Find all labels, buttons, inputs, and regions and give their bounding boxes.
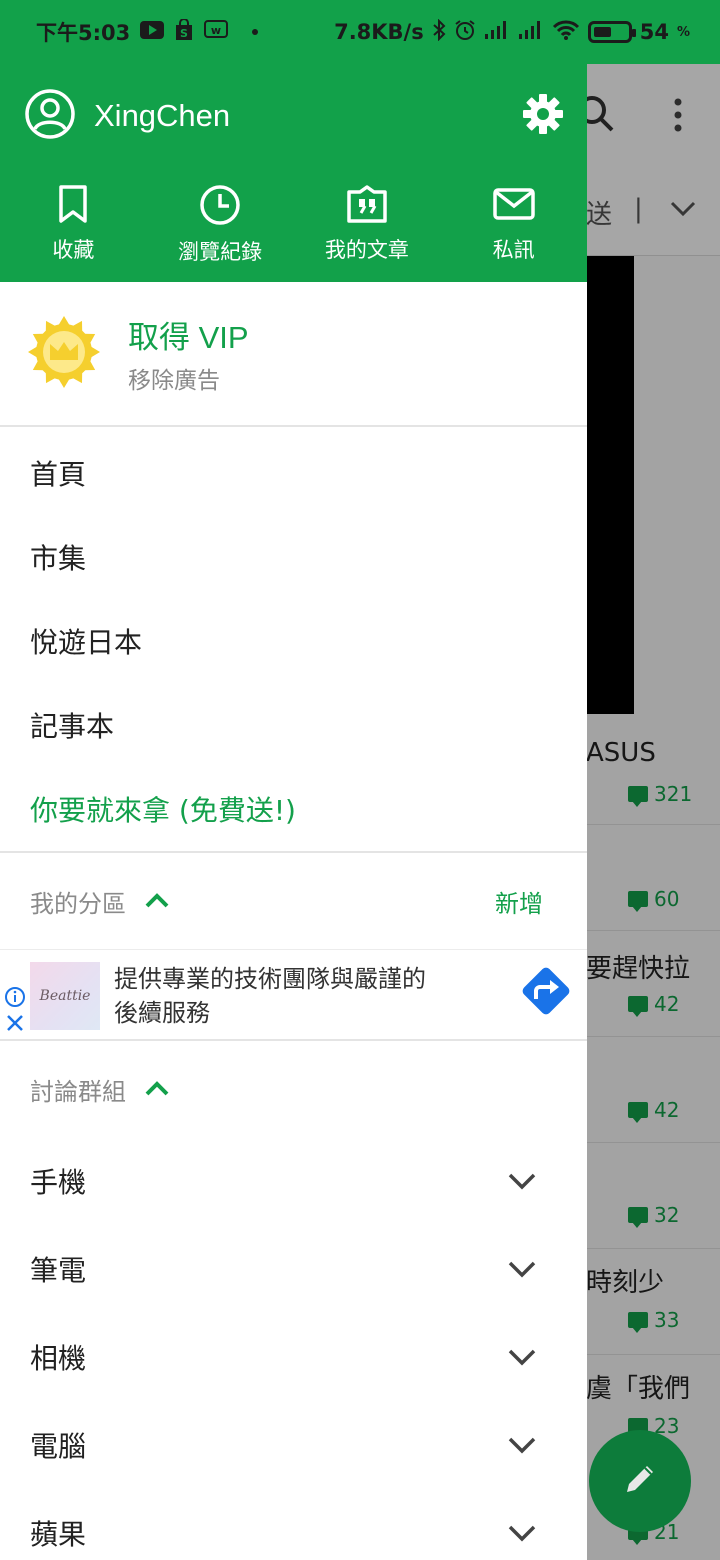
- ad-close-icon[interactable]: [6, 1014, 24, 1036]
- drawer-header: XingChen 收藏 瀏覽紀錄 我的文章 私訊: [0, 64, 587, 282]
- vip-subtitle: 移除廣告: [128, 368, 220, 394]
- menu-item-notebook[interactable]: 記事本: [0, 683, 587, 767]
- group-item-label: 電腦: [30, 1430, 87, 1463]
- app-notification-icon: w: [204, 19, 229, 45]
- alarm-icon: [454, 19, 476, 46]
- shopping-bag-icon: S: [174, 17, 194, 46]
- groups-section-header[interactable]: 討論群組: [0, 1041, 587, 1137]
- group-item-label: 相機: [30, 1342, 87, 1375]
- quick-action-label: 收藏: [52, 238, 95, 262]
- chevron-down-icon[interactable]: [507, 1165, 537, 1198]
- ad-logo: Beattie: [30, 962, 100, 1030]
- quick-action-label: 私訊: [492, 238, 535, 262]
- group-item-laptop[interactable]: 筆電: [0, 1225, 587, 1313]
- history-icon: [199, 184, 241, 230]
- groups-section-title: 討論群組: [30, 1077, 126, 1106]
- vip-promo[interactable]: 取得 VIP 移除廣告: [0, 282, 587, 427]
- youtube-icon: [140, 20, 165, 44]
- quick-actions: 收藏 瀏覽紀錄 我的文章 私訊: [0, 184, 587, 266]
- chevron-up-icon[interactable]: [144, 1075, 170, 1103]
- quick-action-favorites[interactable]: 收藏: [0, 184, 147, 266]
- add-section-button[interactable]: 新增: [495, 884, 543, 919]
- settings-button[interactable]: [521, 92, 565, 140]
- my-section-title: 我的分區: [30, 889, 126, 918]
- chevron-down-icon[interactable]: [507, 1429, 537, 1462]
- group-item-phone[interactable]: 手機: [0, 1137, 587, 1225]
- ad-banner[interactable]: Beattie 提供專業的技術團隊與嚴謹的 後續服務: [0, 949, 587, 1041]
- signal-2-icon: [518, 20, 544, 45]
- menu-item-market[interactable]: 市集: [0, 515, 587, 599]
- wifi-icon: [552, 19, 580, 46]
- quick-action-label: 瀏覽紀錄: [178, 240, 263, 264]
- compose-fab[interactable]: [589, 1430, 691, 1532]
- menu-item-home[interactable]: 首頁: [0, 431, 587, 515]
- vip-title: 取得 VIP: [128, 320, 249, 355]
- gear-icon: [521, 94, 565, 140]
- status-bar: 下午5:03 S w 7.8KB/s 54 %: [0, 0, 720, 64]
- chevron-down-icon[interactable]: [507, 1253, 537, 1286]
- chevron-down-icon[interactable]: [507, 1341, 537, 1374]
- status-time: 下午5:03: [36, 21, 131, 45]
- menu-item-free-giveaway[interactable]: 你要就來拿 (免費送!): [0, 767, 587, 851]
- network-speed: 7.8KB/s: [334, 20, 424, 44]
- directions-arrow-icon[interactable]: [519, 964, 573, 1022]
- group-item-label: 筆電: [30, 1254, 87, 1287]
- ad-info-icon[interactable]: [4, 986, 26, 1012]
- quick-action-messages[interactable]: 私訊: [440, 184, 587, 266]
- quick-action-history[interactable]: 瀏覽紀錄: [147, 184, 294, 266]
- group-item-camera[interactable]: 相機: [0, 1313, 587, 1401]
- quick-action-my-articles[interactable]: 我的文章: [294, 184, 441, 266]
- chevron-up-icon[interactable]: [144, 887, 170, 915]
- svg-text:w: w: [211, 24, 221, 37]
- ad-text-line: 提供專業的技術團隊與嚴謹的: [114, 965, 426, 993]
- user-profile-row[interactable]: XingChen: [24, 88, 230, 144]
- navigation-drawer: XingChen 收藏 瀏覽紀錄 我的文章 私訊 取得 VIP 移除廣告 首頁 …: [0, 64, 587, 1560]
- ad-text-line: 後續服務: [114, 999, 210, 1027]
- account-avatar-icon: [24, 88, 76, 144]
- battery-icon: [587, 21, 636, 43]
- my-section-header[interactable]: 我的分區 新增: [0, 853, 587, 949]
- svg-text:S: S: [180, 27, 188, 40]
- group-item-apple[interactable]: 蘋果: [0, 1489, 587, 1560]
- crown-badge-icon: [28, 315, 100, 392]
- ad-text: 提供專業的技術團隊與嚴謹的 後續服務: [114, 962, 494, 1030]
- group-item-label: 蘋果: [30, 1518, 87, 1551]
- ad-logo-text: Beattie: [39, 988, 91, 1004]
- article-quote-icon: [346, 184, 388, 228]
- battery-unit: %: [676, 24, 690, 40]
- pencil-icon: [621, 1460, 659, 1502]
- user-name: XingChen: [94, 98, 231, 133]
- group-item-computer[interactable]: 電腦: [0, 1401, 587, 1489]
- mail-icon: [492, 184, 535, 228]
- group-item-label: 手機: [30, 1166, 87, 1199]
- signal-1-icon: [484, 20, 510, 45]
- chevron-down-icon[interactable]: [507, 1517, 537, 1550]
- bookmark-icon: [58, 184, 88, 228]
- bluetooth-icon: [432, 18, 446, 46]
- menu-item-japan-travel[interactable]: 悅遊日本: [0, 599, 587, 683]
- battery-percent: 54: [639, 20, 669, 44]
- notification-dot-icon: [252, 29, 259, 35]
- quick-action-label: 我的文章: [324, 238, 409, 262]
- main-menu: 首頁 市集 悅遊日本 記事本 你要就來拿 (免費送!): [0, 427, 587, 853]
- battery-level: [593, 27, 611, 37]
